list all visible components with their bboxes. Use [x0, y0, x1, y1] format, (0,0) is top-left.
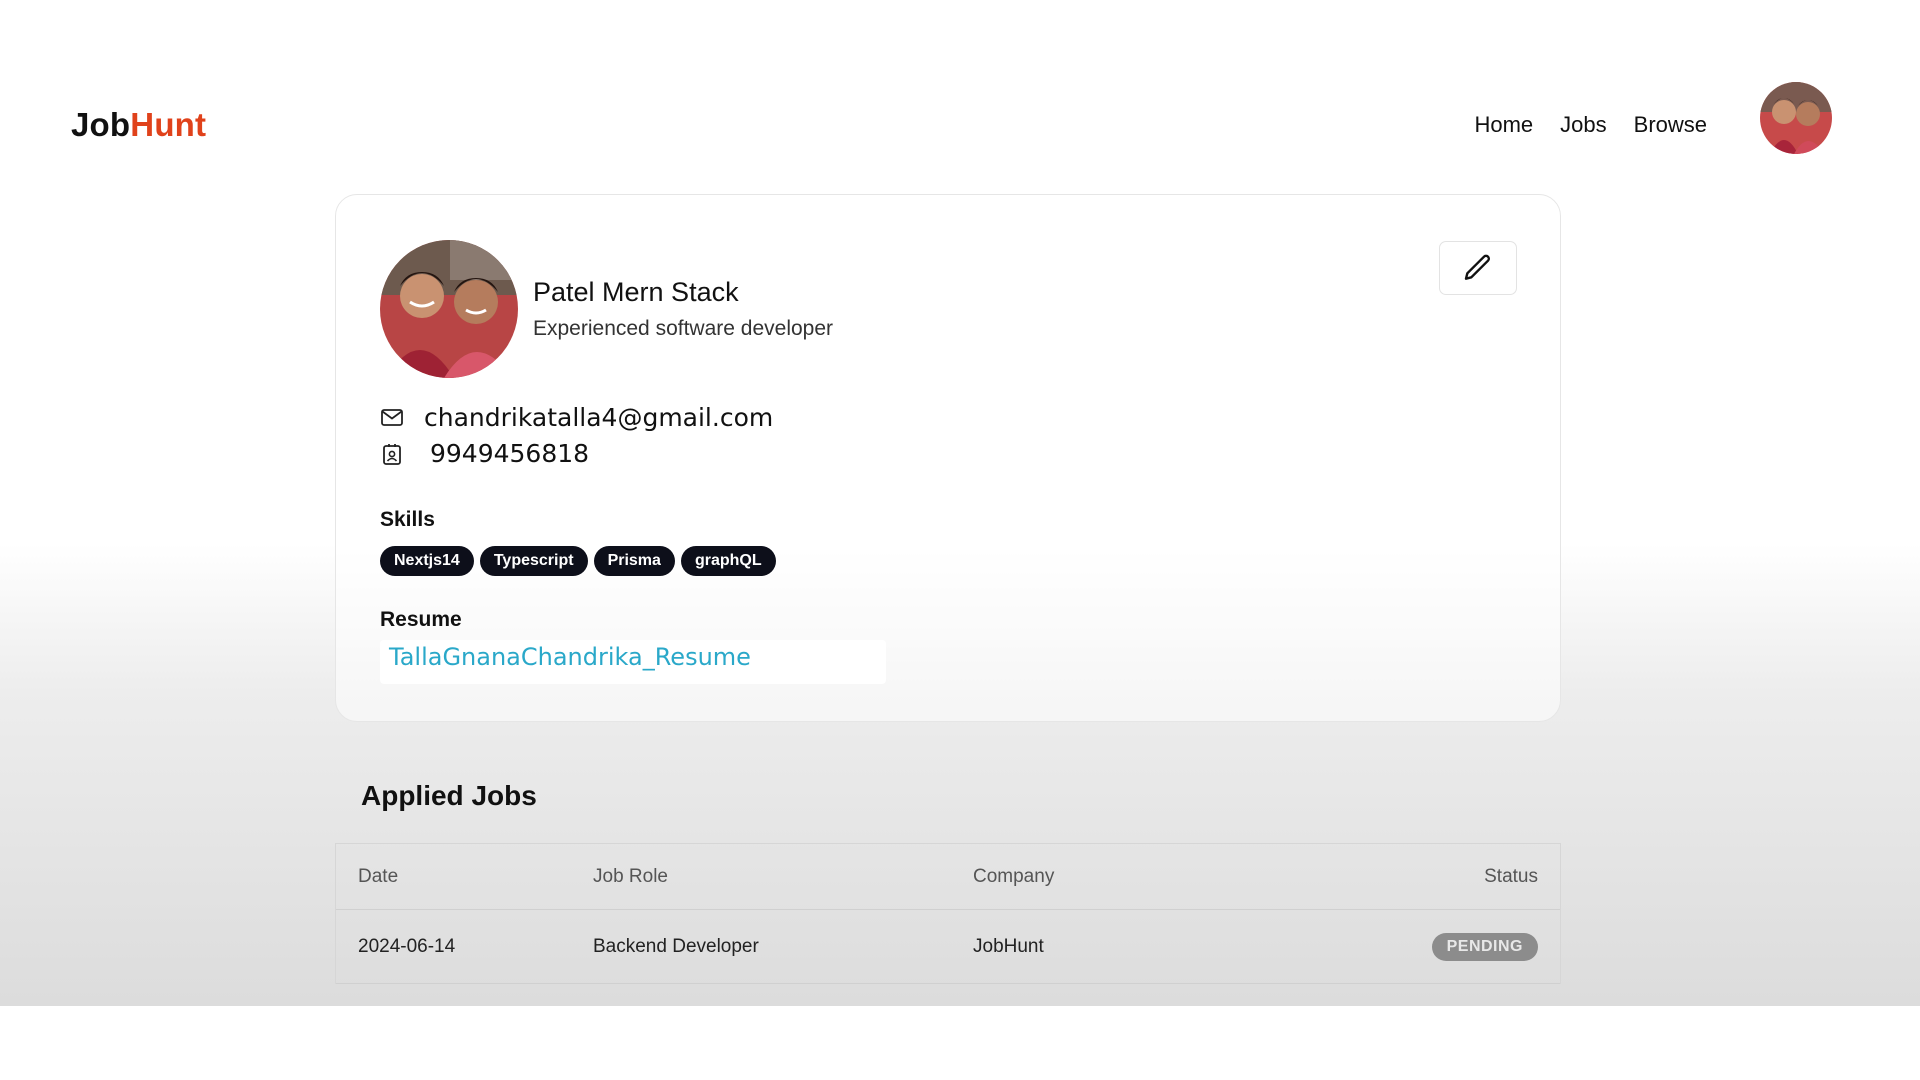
cell-company: JobHunt — [973, 935, 1044, 957]
profile-bio: Experienced software developer — [533, 317, 834, 340]
nav-link-jobs[interactable]: Jobs — [1560, 112, 1606, 138]
contact-card-icon — [380, 442, 404, 466]
skill-badge: graphQL — [680, 546, 776, 576]
nav-link-browse[interactable]: Browse — [1634, 112, 1707, 138]
email-text: chandrikatalla4@gmail.com — [424, 403, 774, 432]
resume-label: Resume — [380, 608, 462, 631]
phone-text: 9949456818 — [430, 439, 590, 468]
status-badge: PENDING — [1431, 932, 1538, 961]
mail-icon — [380, 406, 404, 430]
profile-name: Patel Mern Stack — [533, 277, 739, 307]
navbar: JobHunt Home Jobs Browse — [0, 82, 1920, 172]
skills-list: Nextjs14 Typescript Prisma graphQL — [380, 546, 776, 576]
profile-card: Patel Mern Stack Experienced software de… — [335, 194, 1561, 722]
applied-jobs-table: Date Job Role Company Status 2024-06-14 … — [335, 843, 1561, 984]
resume-link-box: TallaGnanaChandrika_Resume — [380, 640, 886, 684]
header-job-role: Job Role — [593, 865, 668, 887]
table-header-row: Date Job Role Company Status — [336, 844, 1560, 910]
table-row[interactable]: 2024-06-14 Backend Developer JobHunt PEN… — [336, 910, 1560, 984]
header-date: Date — [358, 865, 399, 887]
logo[interactable]: JobHunt — [71, 106, 206, 144]
avatar-photo — [1760, 82, 1832, 154]
header-status: Status — [1484, 865, 1538, 887]
logo-job: Job — [71, 106, 131, 143]
skills-label: Skills — [380, 508, 435, 531]
cell-date: 2024-06-14 — [358, 935, 456, 957]
app-frame: JobHunt Home Jobs Browse Patel Mern Stac… — [0, 82, 1920, 1006]
cell-job-role: Backend Developer — [593, 935, 759, 957]
user-avatar[interactable] — [1760, 82, 1832, 154]
nav-link-home[interactable]: Home — [1474, 112, 1533, 138]
skill-badge: Prisma — [593, 546, 675, 576]
edit-profile-button[interactable] — [1439, 241, 1517, 295]
profile-photo — [380, 240, 518, 378]
nav-links: Home Jobs Browse — [1474, 112, 1707, 138]
email-row: chandrikatalla4@gmail.com — [380, 403, 773, 432]
applied-jobs-title: Applied Jobs — [361, 780, 537, 811]
pencil-icon — [1464, 254, 1491, 280]
logo-hunt: Hunt — [130, 106, 207, 143]
skill-badge: Typescript — [479, 546, 588, 576]
phone-row: 9949456818 — [380, 439, 589, 468]
skill-badge: Nextjs14 — [380, 546, 474, 576]
header-company: Company — [973, 865, 1055, 887]
cell-status: PENDING — [1373, 932, 1560, 961]
resume-link[interactable]: TallaGnanaChandrika_Resume — [389, 643, 751, 671]
profile-avatar — [380, 240, 518, 378]
